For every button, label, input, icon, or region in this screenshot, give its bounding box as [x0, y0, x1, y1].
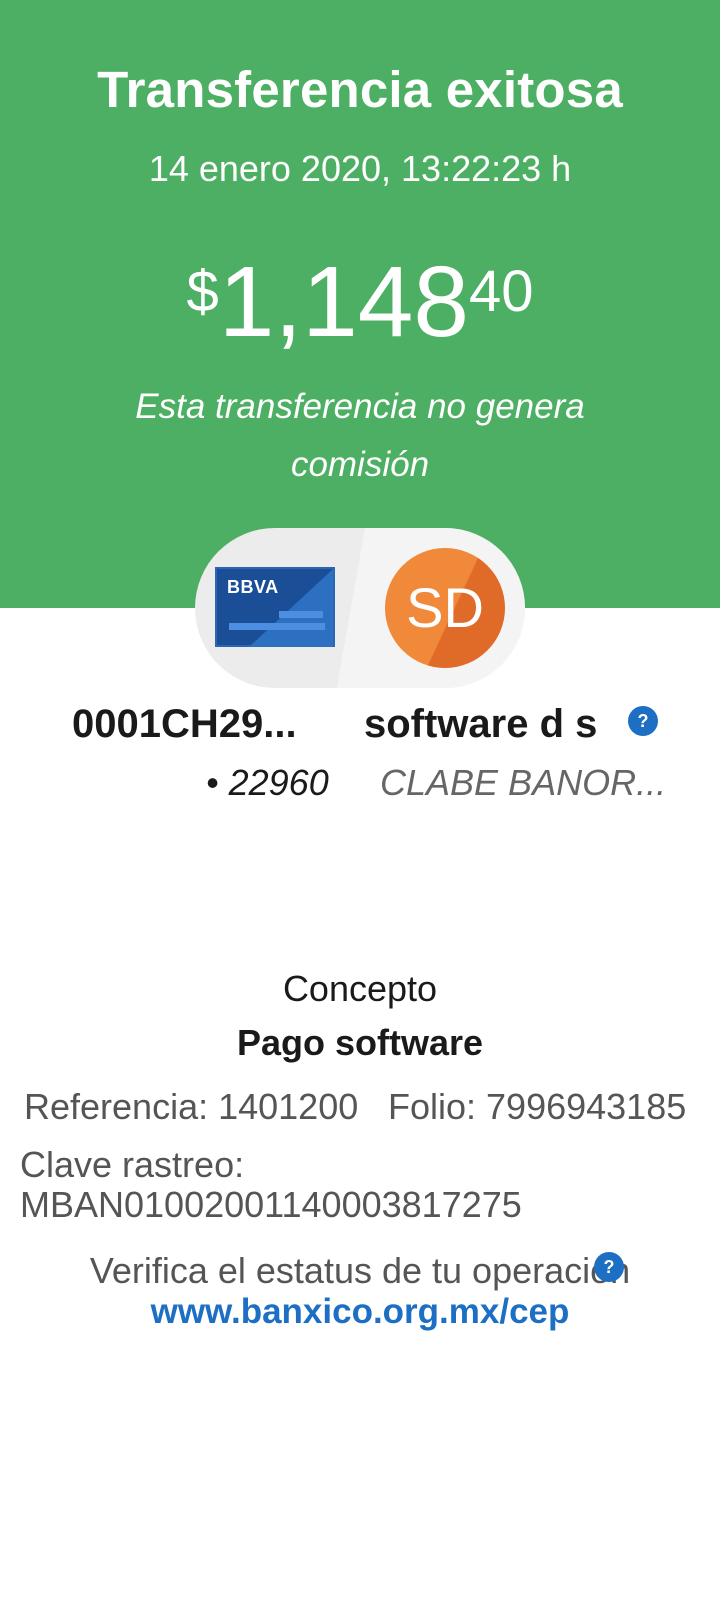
bank-card-icon: BBVA	[215, 567, 335, 647]
folio-number: Folio: 7996943185	[388, 1086, 687, 1127]
transfer-amount: $1,14840	[0, 252, 720, 352]
tracking-key-label: Clave rastreo:	[20, 1144, 245, 1185]
amount-integer: 1,148	[218, 246, 469, 358]
origin-account-number: 0001CH29...	[72, 702, 297, 746]
card-stripe	[229, 623, 325, 630]
bank-logo: BBVA	[227, 577, 279, 597]
verify-help-icon[interactable]: ?	[594, 1252, 624, 1282]
amount-decimals: 40	[469, 259, 534, 324]
recipient-help-icon[interactable]: ?	[628, 706, 658, 736]
amount-currency: $	[186, 259, 219, 324]
recipient-name: software d s	[364, 702, 598, 746]
success-header: Transferencia exitosa 14 enero 2020, 13:…	[0, 0, 720, 608]
reference-number: Referencia: 1401200	[24, 1086, 359, 1127]
recipient-avatar: SD	[385, 548, 505, 668]
origin-account-suffix: • 22960	[206, 762, 329, 803]
concepto-value: Pago software	[236, 1022, 484, 1063]
cep-link[interactable]: www.banxico.org.mx/cep	[0, 1292, 720, 1332]
transfer-parties-pill: BBVA SD	[195, 528, 525, 688]
recipient-account: CLABE BANOR...	[380, 762, 667, 803]
commission-note: Esta transferencia no genera comisión	[135, 387, 585, 484]
concepto-label: Concepto	[282, 968, 438, 1009]
tracking-key-value: MBAN01002001140003817275	[20, 1184, 522, 1225]
transfer-datetime: 14 enero 2020, 13:22:23 h	[148, 148, 572, 189]
page-title: Transferencia exitosa	[97, 61, 623, 118]
card-stripe	[279, 611, 323, 618]
